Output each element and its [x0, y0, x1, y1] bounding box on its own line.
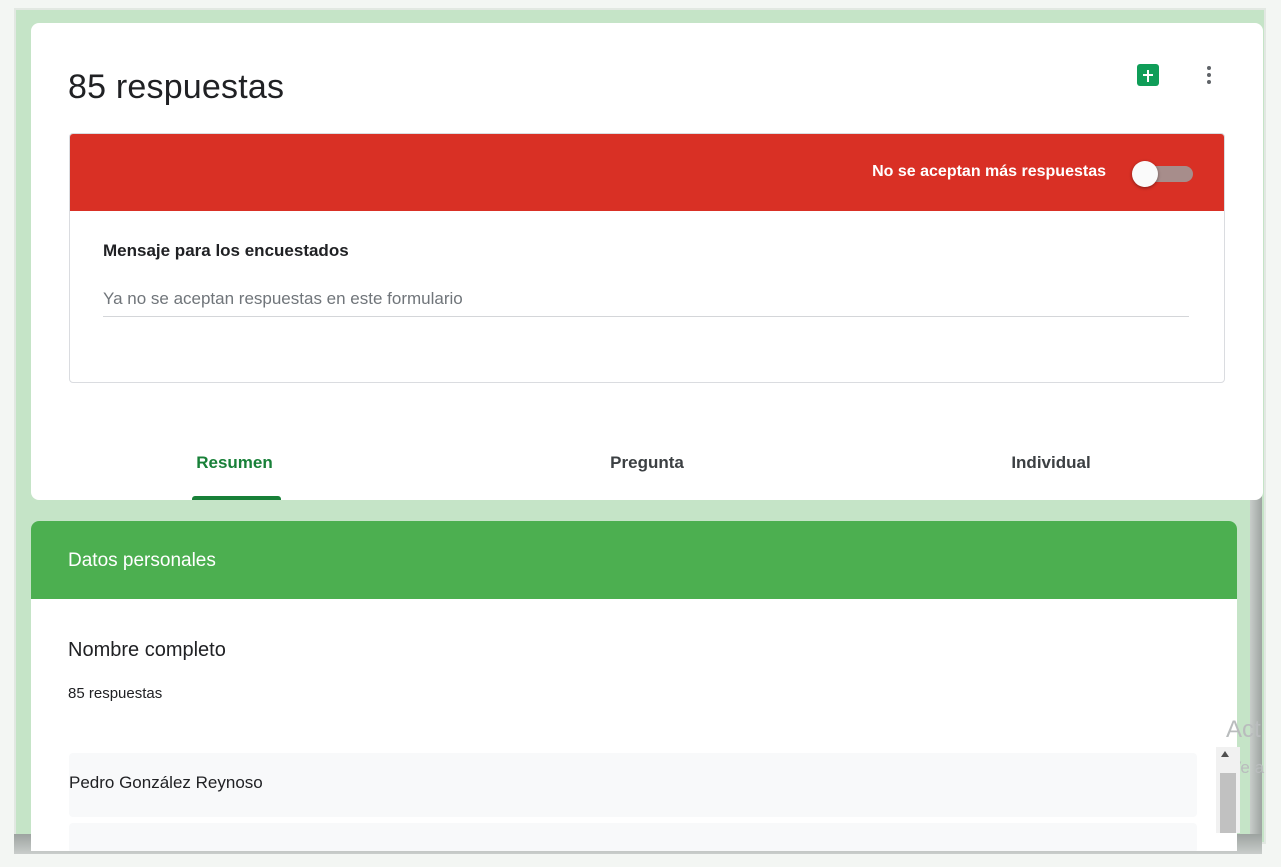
sheets-icon[interactable] [1137, 64, 1159, 86]
accepting-responses-panel: No se aceptan más respuestas Mensaje par… [69, 133, 1225, 383]
list-item: Pedro González Reynoso [69, 753, 1197, 817]
active-tab-indicator [192, 496, 281, 500]
question-response-count: 85 respuestas [68, 685, 163, 702]
question-title: Nombre completo [68, 639, 226, 661]
respondent-message-label: Mensaje para los encuestados [103, 241, 349, 260]
activation-watermark-line1: Act [1226, 716, 1261, 743]
respondent-message-input[interactable] [103, 282, 1189, 317]
response-text: Pedro González Reynoso [69, 773, 263, 792]
list-item [69, 823, 1197, 851]
accepting-responses-bar: No se aceptan más respuestas [70, 134, 1224, 211]
section-header: Datos personales [31, 521, 1237, 599]
more-vert-icon[interactable] [1199, 61, 1219, 89]
accepting-responses-toggle[interactable] [1132, 161, 1194, 187]
accepting-responses-label: No se aceptan más respuestas [872, 163, 1106, 180]
tab-question[interactable]: Pregunta [587, 453, 707, 473]
tab-individual[interactable]: Individual [991, 453, 1111, 473]
toggle-thumb [1132, 161, 1158, 187]
responses-summary-card: 85 respuestas No se aceptan más respuest… [31, 23, 1263, 500]
section-card: Datos personales Nombre completo 85 resp… [31, 521, 1237, 851]
responses-title: 85 respuestas [68, 68, 285, 106]
section-title: Datos personales [68, 550, 216, 571]
scrollbar[interactable] [1216, 747, 1240, 833]
tab-summary[interactable]: Resumen [188, 453, 281, 473]
scrollbar-thumb[interactable] [1220, 773, 1236, 833]
scroll-up-arrow-icon[interactable] [1221, 751, 1229, 757]
